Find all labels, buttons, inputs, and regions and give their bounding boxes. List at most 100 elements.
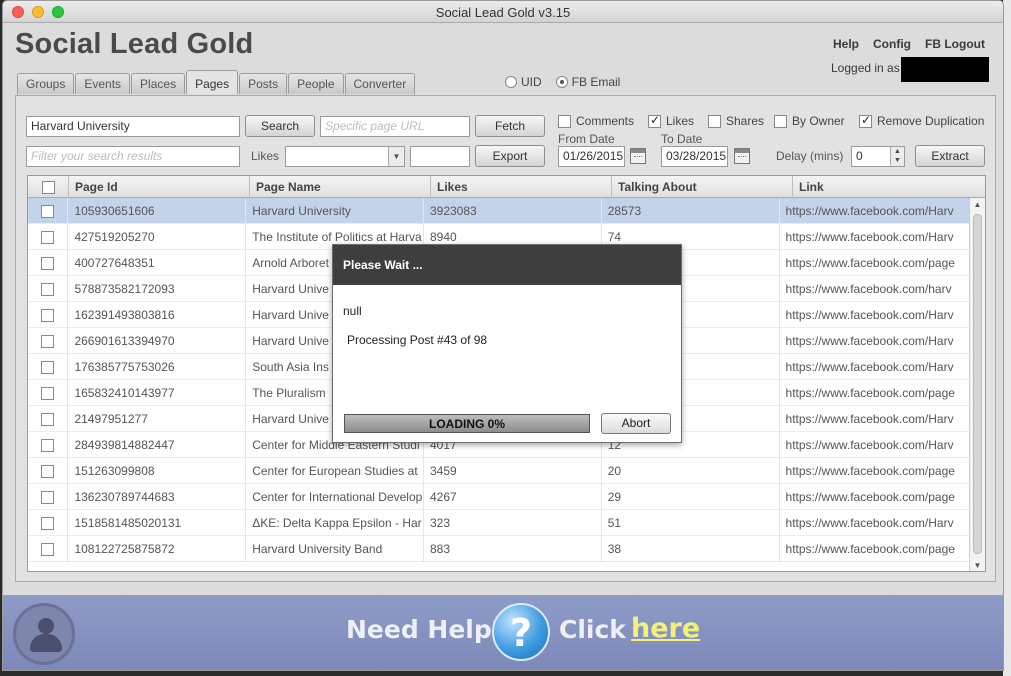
export-button[interactable]: Export: [475, 145, 545, 167]
fb-logout-link[interactable]: FB Logout: [925, 37, 985, 51]
page-id-cell: 151263099808: [68, 458, 247, 484]
page-id-cell: 108122725875872: [68, 536, 247, 562]
page-id-cell: 578873582172093: [68, 276, 247, 302]
table-row[interactable]: 1518581485020131 ΔKE: Delta Kappa Epsilon…: [28, 510, 970, 536]
row-checkbox[interactable]: [41, 516, 55, 530]
remove-duplication-checkbox-box[interactable]: [859, 113, 872, 128]
tab-people[interactable]: People: [288, 73, 344, 94]
top-links: Help Config FB Logout: [833, 37, 985, 51]
search-input[interactable]: Harvard University: [26, 116, 240, 137]
progress-label: LOADING 0%: [428, 417, 505, 431]
comments-checkbox-label: Comments: [576, 114, 635, 128]
tab-pages[interactable]: Pages: [186, 70, 239, 94]
page-url-input[interactable]: Specific page URL: [320, 116, 470, 137]
tab-posts[interactable]: Posts: [239, 73, 288, 94]
tab-events[interactable]: Events: [75, 73, 131, 94]
row-checkbox[interactable]: [41, 542, 55, 556]
table-scrollbar[interactable]: ▲ ▼: [969, 198, 985, 571]
row-checkbox-cell: [28, 458, 69, 484]
likes-checkbox-label: Likes: [666, 114, 695, 128]
by-owner-checkbox-box[interactable]: [774, 114, 787, 128]
column-header-talking-about[interactable]: Talking About: [612, 176, 793, 198]
help-banner: Need Help? ? Click here: [3, 595, 1003, 670]
row-checkbox[interactable]: [41, 490, 55, 504]
fetch-button[interactable]: Fetch: [475, 115, 545, 137]
remove-duplication-checkbox[interactable]: Remove Duplication: [859, 113, 985, 128]
scroll-down-icon[interactable]: ▼: [970, 559, 985, 571]
column-header-page-name[interactable]: Page Name: [250, 176, 431, 198]
uid-radio-label: UID: [521, 75, 542, 89]
likes-cell: 323: [424, 510, 602, 536]
table-row[interactable]: 105930651606 Harvard University 3923083 285…: [28, 198, 970, 224]
row-checkbox-cell: [28, 510, 69, 536]
tab-groups[interactable]: Groups: [17, 73, 75, 94]
row-checkbox[interactable]: [41, 256, 55, 270]
to-date-input[interactable]: 03/28/2015: [661, 146, 728, 167]
shares-checkbox-label: Shares: [726, 114, 765, 128]
extract-button[interactable]: Extract: [915, 145, 985, 167]
help-here-link[interactable]: here: [631, 613, 700, 644]
uid-radio[interactable]: UID: [505, 75, 542, 89]
calendar-icon[interactable]: [734, 148, 750, 164]
redacted-username: [901, 57, 989, 82]
likes-checkbox-box[interactable]: [648, 113, 661, 128]
row-checkbox-cell: [28, 354, 69, 380]
shares-checkbox[interactable]: Shares: [708, 114, 764, 128]
search-button[interactable]: Search: [245, 115, 315, 137]
comments-checkbox-box[interactable]: [558, 114, 571, 128]
uid-radio-dot[interactable]: [505, 76, 517, 88]
row-checkbox[interactable]: [41, 464, 55, 478]
tab-places[interactable]: Places: [131, 73, 186, 94]
row-checkbox[interactable]: [41, 308, 55, 322]
config-link[interactable]: Config: [873, 37, 911, 51]
link-cell: https://www.facebook.com/page: [785, 490, 955, 504]
column-header-likes[interactable]: Likes: [431, 176, 612, 198]
page-name-cell: Center for International Develop: [246, 484, 424, 510]
row-checkbox[interactable]: [41, 360, 55, 374]
talking-about-cell: 38: [602, 536, 780, 562]
row-checkbox[interactable]: [41, 386, 55, 400]
table-row[interactable]: 151263099808 Center for European Studies …: [28, 458, 970, 484]
row-checkbox[interactable]: [41, 412, 55, 426]
column-header-page-id[interactable]: Page Id: [69, 176, 250, 198]
tab-bar: Groups Events Places Pages Posts People …: [17, 70, 416, 94]
scroll-up-icon[interactable]: ▲: [970, 198, 985, 212]
remove-duplication-checkbox-label: Remove Duplication: [877, 114, 985, 128]
link-cell: https://www.facebook.com/page: [785, 386, 955, 400]
row-checkbox-cell: [28, 224, 69, 250]
fb-email-radio-dot[interactable]: [555, 76, 568, 88]
table-row[interactable]: 136230789744683 Center for International …: [28, 484, 970, 510]
column-header-link[interactable]: Link: [793, 176, 985, 198]
row-checkbox[interactable]: [41, 204, 55, 218]
row-checkbox[interactable]: [41, 438, 55, 452]
title-bar[interactable]: Social Lead Gold v3.15: [3, 1, 1003, 23]
from-date-input[interactable]: 01/26/2015: [558, 146, 625, 167]
page-id-cell: 400727648351: [68, 250, 247, 276]
abort-button[interactable]: Abort: [601, 413, 671, 434]
stepper-arrows-icon[interactable]: ▲ ▼: [890, 147, 904, 166]
talking-about-cell: 51: [602, 510, 780, 536]
talking-about-cell: 29: [602, 484, 780, 510]
scrollbar-thumb[interactable]: [973, 214, 982, 554]
calendar-icon[interactable]: [630, 148, 646, 164]
likes-operator-select[interactable]: ▼: [285, 146, 405, 167]
tab-converter[interactable]: Converter: [344, 73, 416, 94]
table-row[interactable]: 108122725875872 Harvard University Band 88…: [28, 536, 970, 562]
row-checkbox[interactable]: [41, 282, 55, 296]
row-checkbox[interactable]: [41, 230, 55, 244]
row-checkbox[interactable]: [41, 334, 55, 348]
select-all-checkbox[interactable]: [41, 180, 55, 194]
shares-checkbox-box[interactable]: [708, 114, 721, 128]
by-owner-checkbox[interactable]: By Owner: [774, 114, 845, 128]
delay-stepper[interactable]: 0 ▲ ▼: [851, 146, 905, 167]
filter-results-input[interactable]: Filter your search results: [26, 146, 240, 167]
chevron-down-icon[interactable]: ▼: [388, 147, 404, 166]
fb-email-radio[interactable]: FB Email: [555, 75, 620, 89]
help-link[interactable]: Help: [833, 37, 859, 51]
likes-value-input[interactable]: [410, 146, 470, 167]
link-cell: https://www.facebook.com/Harv: [785, 334, 954, 348]
page-id-cell: 427519205270: [68, 224, 247, 250]
processing-status: Processing Post #43 of 98: [347, 333, 488, 347]
likes-checkbox[interactable]: Likes: [648, 113, 695, 128]
comments-checkbox[interactable]: Comments: [558, 114, 634, 128]
